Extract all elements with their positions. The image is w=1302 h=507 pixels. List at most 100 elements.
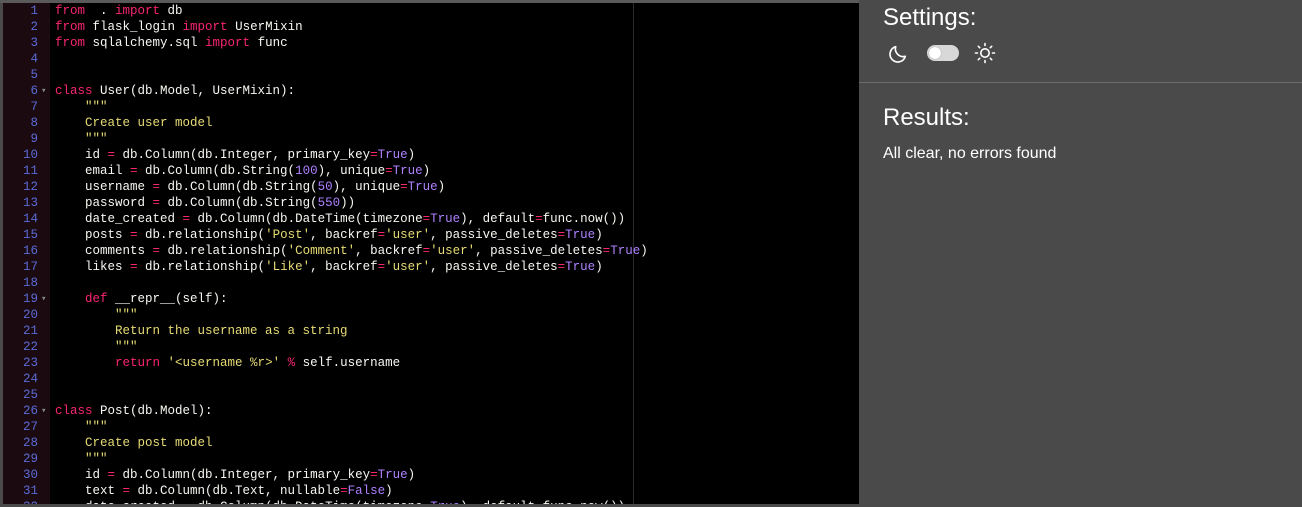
code-token: , backref: [310, 228, 378, 242]
code-text: id = db.Column(db.Integer, primary_key=T…: [55, 147, 415, 163]
line-number: 21: [22, 324, 38, 338]
code-text: id = db.Column(db.Integer, primary_key=T…: [55, 467, 415, 483]
code-token: =: [370, 148, 378, 162]
line-number: 9: [30, 132, 38, 146]
toggle-knob: [929, 47, 941, 59]
code-token: ): [407, 148, 416, 162]
fold-chevron-icon[interactable]: ▾: [41, 291, 46, 307]
line-number: 11: [22, 164, 38, 178]
code-token: 'Like': [265, 260, 311, 274]
code-line: 19 ▾ def __repr__(self):: [3, 291, 859, 307]
code-editor[interactable]: 1 from . import db 2 from flask_login impor…: [3, 3, 859, 504]
code-token: =: [130, 228, 138, 242]
line-number: 31: [22, 484, 38, 498]
moon-icon: [887, 43, 909, 70]
line-number: 20: [22, 308, 38, 322]
code-text: email = db.Column(db.String(100), unique…: [55, 163, 430, 179]
theme-toggle[interactable]: [927, 45, 959, 61]
code-token: .: [85, 4, 116, 18]
code-line: 20 """: [3, 307, 859, 323]
code-token: from: [55, 4, 86, 18]
code-token: True: [565, 260, 596, 274]
line-number: 1: [30, 4, 38, 18]
code-token: likes: [55, 260, 131, 274]
code-token: __repr__(self):: [107, 292, 228, 306]
code-line: 12 username = db.Column(db.String(50), u…: [3, 179, 859, 195]
line-number: 7: [30, 100, 38, 114]
code-token: email: [55, 164, 131, 178]
side-panel: Settings: Results: All clear, no errors …: [859, 0, 1302, 507]
code-token: """: [55, 100, 108, 114]
code-text: """: [55, 339, 138, 355]
code-text: """: [55, 451, 108, 467]
code-token: True: [407, 180, 438, 194]
code-line: 10 id = db.Column(db.Integer, primary_ke…: [3, 147, 859, 163]
code-line: 17 likes = db.relationship('Like', backr…: [3, 259, 859, 275]
code-token: db.relationship(: [137, 260, 266, 274]
code-text: Return the username as a string: [55, 323, 348, 339]
code-token: import: [205, 36, 251, 50]
theme-switcher: [883, 40, 1083, 70]
code-text: from . import db: [55, 3, 183, 19]
line-number: 28: [22, 436, 38, 450]
code-token: %: [287, 356, 296, 370]
code-token: ): [407, 468, 416, 482]
code-token: db: [160, 4, 183, 18]
code-token: =: [107, 468, 116, 482]
code-token: ), unique: [332, 180, 401, 194]
code-token: =: [535, 212, 543, 226]
code-token: =: [152, 196, 161, 210]
code-line: 25: [3, 387, 859, 403]
code-token: posts: [55, 228, 131, 242]
code-token: Create user model: [55, 116, 213, 130]
code-token: flask_login: [85, 20, 183, 34]
code-token: sqlalchemy.sql: [85, 36, 206, 50]
results-heading: Results:: [883, 104, 970, 131]
code-token: """: [55, 340, 138, 354]
code-line: 28 Create post model: [3, 435, 859, 451]
code-token: =: [370, 468, 378, 482]
code-line: 6 ▾ class User(db.Model, UserMixin):: [3, 83, 859, 99]
code-text: posts = db.relationship('Post', backref=…: [55, 227, 603, 243]
code-token: self.username: [295, 356, 401, 370]
code-token: username: [55, 180, 153, 194]
code-text: """: [55, 131, 108, 147]
line-number: 13: [22, 196, 38, 210]
code-token: id: [55, 148, 108, 162]
code-token: return: [115, 356, 161, 370]
code-token: =: [183, 500, 191, 504]
code-text: text = db.Column(db.Text, nullable=False…: [55, 483, 393, 499]
code-line: 2 from flask_login import UserMixin: [3, 19, 859, 35]
code-text: def __repr__(self):: [55, 291, 228, 307]
code-line: 31 text = db.Column(db.Text, nullable=Fa…: [3, 483, 859, 499]
code-token: db.Column(db.DateTime(timezone: [190, 212, 423, 226]
code-text: comments = db.relationship('Comment', ba…: [55, 243, 648, 259]
code-token: =: [122, 484, 131, 498]
code-line: 1 from . import db: [3, 3, 859, 19]
code-token: =: [182, 212, 191, 226]
line-number: 29: [22, 452, 38, 466]
code-token: False: [347, 484, 386, 498]
code-token: =: [422, 244, 431, 258]
code-token: ), default: [460, 212, 536, 226]
code-text: date_created = db.Column(db.DateTime(tim…: [55, 499, 625, 504]
fold-chevron-icon[interactable]: ▾: [41, 403, 46, 419]
code-token: Create post model: [55, 436, 213, 450]
code-line: 18: [3, 275, 859, 291]
divider: [859, 82, 1302, 83]
fold-chevron-icon[interactable]: ▾: [41, 83, 46, 99]
code-token: 50: [317, 180, 333, 194]
code-token: class: [55, 84, 93, 98]
code-token: Return the username as a string: [55, 324, 348, 338]
code-token: db.Column(db.Text, nullable: [130, 484, 341, 498]
code-text: password = db.Column(db.String(550)): [55, 195, 355, 211]
code-token: 'user': [385, 260, 431, 274]
code-token: True: [610, 244, 641, 258]
code-token: ): [595, 228, 603, 242]
code-line: 5: [3, 67, 859, 83]
code-token: =: [130, 260, 138, 274]
code-line: 11 email = db.Column(db.String(100), uni…: [3, 163, 859, 179]
code-token: '<username %r>': [167, 356, 281, 370]
line-number: 4: [30, 52, 38, 66]
